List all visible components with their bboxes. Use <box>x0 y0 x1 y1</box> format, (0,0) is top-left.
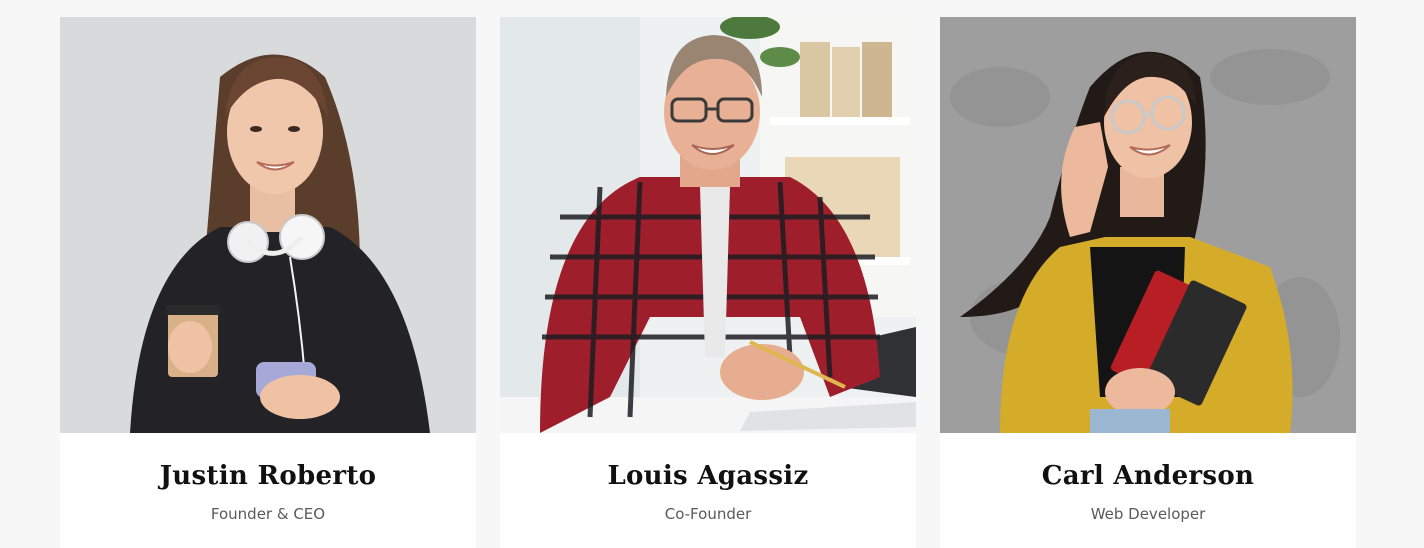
team-section: Justin Roberto Founder & CEO Louis Agass… <box>0 0 1424 548</box>
member-role: Co-Founder <box>664 505 752 523</box>
team-member-card: Louis Agassiz Co-Founder <box>500 17 916 548</box>
member-name: Louis Agassiz <box>607 461 809 491</box>
team-member-card: Carl Anderson Web Developer <box>940 17 1356 548</box>
team-member-card: Justin Roberto Founder & CEO <box>60 17 476 548</box>
member-name: Justin Roberto <box>159 461 377 491</box>
member-photo <box>940 17 1356 433</box>
member-name: Carl Anderson <box>1041 461 1255 491</box>
member-photo <box>500 17 916 433</box>
member-photo <box>60 17 476 433</box>
member-role: Web Developer <box>1090 505 1206 523</box>
member-role: Founder & CEO <box>210 505 326 523</box>
